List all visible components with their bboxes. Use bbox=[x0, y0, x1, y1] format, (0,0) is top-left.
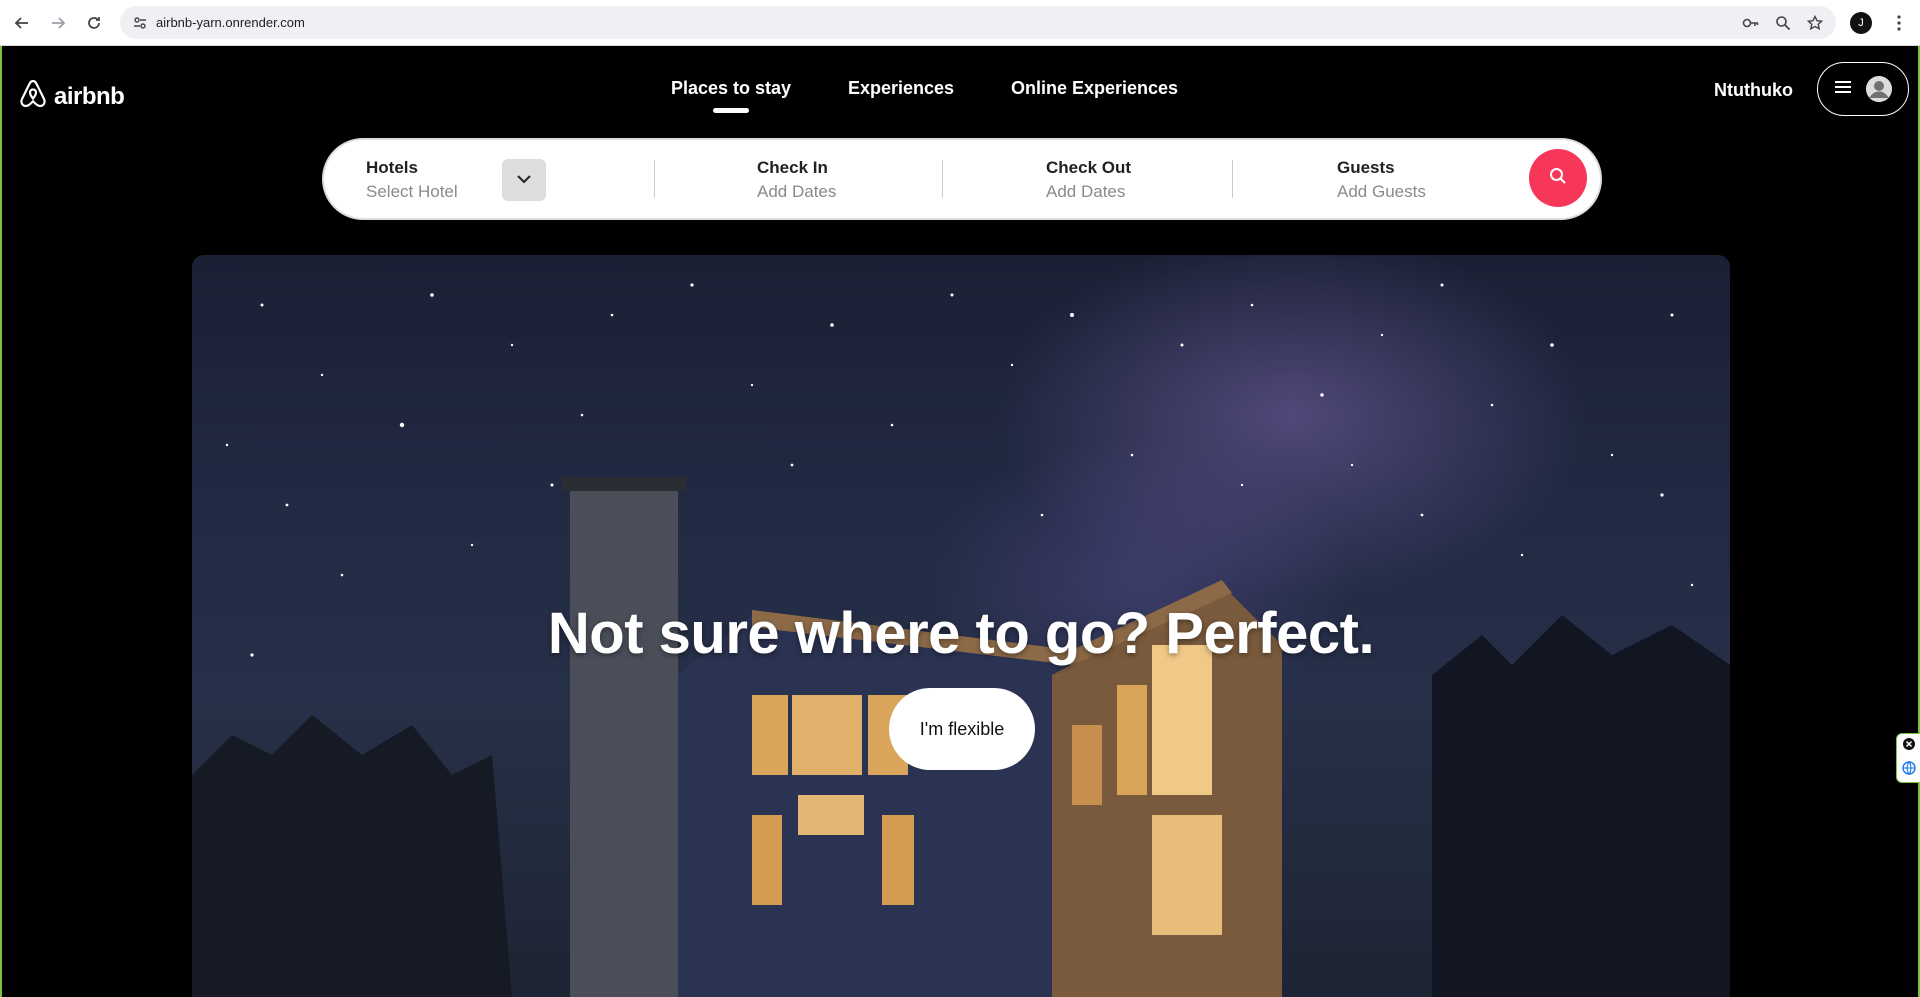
user-avatar-icon bbox=[1866, 76, 1892, 102]
check-out-field[interactable]: Check Out Add Dates bbox=[1046, 158, 1131, 202]
tab-places-to-stay[interactable]: Places to stay bbox=[671, 78, 792, 113]
check-out-value: Add Dates bbox=[1046, 182, 1126, 201]
guests-field[interactable]: Guests Add Guests bbox=[1337, 158, 1426, 202]
check-in-field[interactable]: Check In Add Dates bbox=[757, 158, 836, 202]
search-button[interactable] bbox=[1529, 149, 1587, 207]
hotel-dropdown-button[interactable] bbox=[502, 159, 546, 201]
site-info-icon[interactable] bbox=[130, 13, 150, 33]
divider bbox=[942, 160, 943, 198]
chevron-down-icon bbox=[516, 171, 532, 189]
password-key-icon[interactable] bbox=[1740, 12, 1762, 34]
active-tab-indicator bbox=[713, 108, 750, 113]
tab-online-experiences[interactable]: Online Experiences bbox=[1011, 78, 1178, 99]
zoom-icon[interactable] bbox=[1772, 12, 1794, 34]
profile-avatar[interactable]: J bbox=[1850, 12, 1872, 34]
forward-icon[interactable] bbox=[46, 11, 70, 35]
browser-menu-icon[interactable] bbox=[1890, 12, 1908, 34]
divider bbox=[654, 160, 655, 198]
address-bar[interactable]: airbnb-yarn.onrender.com bbox=[120, 6, 1836, 39]
hero-headline: Not sure where to go? Perfect. bbox=[547, 601, 1375, 666]
reload-icon[interactable] bbox=[82, 11, 106, 35]
guests-label: Guests bbox=[1337, 158, 1395, 177]
hotels-label: Hotels bbox=[366, 158, 418, 177]
username[interactable]: Ntuthuko bbox=[1714, 80, 1793, 101]
side-widget bbox=[1896, 733, 1920, 783]
guests-value: Add Guests bbox=[1337, 182, 1426, 201]
url-text[interactable]: airbnb-yarn.onrender.com bbox=[156, 15, 305, 30]
hotels-value: Select Hotel bbox=[366, 182, 458, 201]
hamburger-menu-icon bbox=[1834, 80, 1852, 99]
divider bbox=[1232, 160, 1233, 198]
back-icon[interactable] bbox=[10, 11, 34, 35]
tab-label: Experiences bbox=[848, 78, 955, 98]
search-bar: Hotels Select Hotel Check In Add Dates C… bbox=[322, 138, 1602, 220]
translate-icon[interactable] bbox=[1902, 760, 1916, 780]
im-flexible-button[interactable]: I'm flexible bbox=[889, 688, 1035, 770]
tab-experiences[interactable]: Experiences bbox=[848, 78, 954, 99]
tab-label: Online Experiences bbox=[1011, 78, 1179, 98]
check-out-label: Check Out bbox=[1046, 158, 1132, 177]
hotels-field[interactable]: Hotels Select Hotel bbox=[366, 158, 458, 202]
browser-toolbar: airbnb-yarn.onrender.com J bbox=[0, 0, 1920, 46]
check-in-value: Add Dates bbox=[757, 182, 837, 201]
search-icon bbox=[1549, 167, 1567, 190]
hero-banner: Not sure where to go? Perfect. I'm flexi… bbox=[192, 255, 1730, 997]
top-navigation: Places to stay Experiences Online Experi… bbox=[2, 78, 1918, 118]
close-icon[interactable] bbox=[1902, 737, 1916, 756]
page: airbnb Places to stay Experiences Online… bbox=[0, 46, 1920, 997]
tab-label: Places to stay bbox=[671, 78, 792, 98]
user-menu-button[interactable] bbox=[1817, 62, 1909, 116]
bookmark-star-icon[interactable] bbox=[1804, 12, 1826, 34]
check-in-label: Check In bbox=[757, 158, 828, 177]
